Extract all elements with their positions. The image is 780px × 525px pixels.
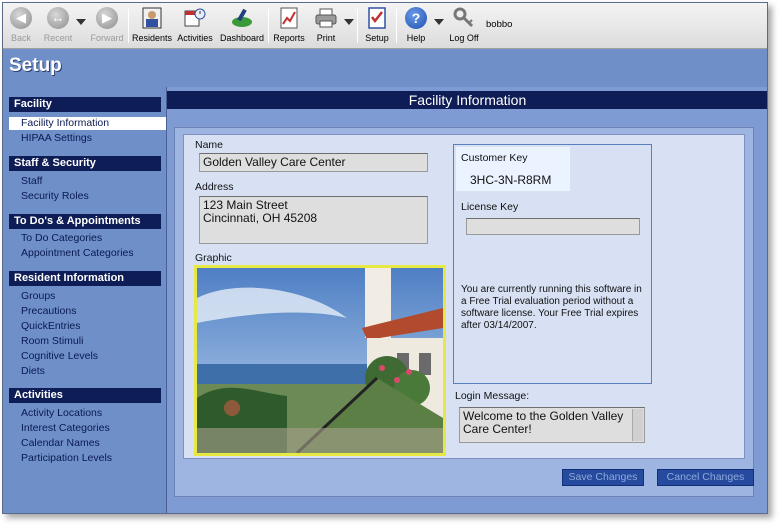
login-message-text: Welcome to the Golden Valley Care Center… — [463, 409, 624, 436]
toolbar-separator — [128, 9, 129, 43]
help-question-icon: ? — [405, 7, 427, 29]
calendar-clock-icon — [184, 8, 206, 27]
toolbar-separator — [357, 9, 358, 43]
save-changes-button[interactable]: Save Changes — [562, 469, 644, 486]
name-label: Name — [195, 139, 224, 151]
reports-chart-icon — [280, 7, 298, 29]
activities-button[interactable]: Activities — [175, 5, 215, 49]
customer-key-label: Customer Key — [461, 152, 528, 164]
app-window: ◀ Back ↔ Recent ▶ Forward Residents Acti… — [2, 2, 768, 514]
back-button[interactable]: ◀ Back — [5, 5, 37, 49]
toolbar-separator — [268, 9, 269, 43]
login-message-scrollbar[interactable] — [632, 409, 643, 441]
facility-form: Name Golden Valley Care Center Address 1… — [183, 134, 745, 459]
main-panel: Facility Information Name Golden Valley … — [166, 87, 767, 513]
address-field[interactable]: 123 Main Street Cincinnati, OH 45208 — [199, 196, 428, 244]
sidebar-item-room-stimuli[interactable]: Room Stimuli — [21, 335, 83, 348]
print-dropdown-icon[interactable] — [344, 19, 354, 25]
panel-title: Facility Information — [167, 91, 767, 109]
sidebar-section-facility: Facility — [9, 97, 161, 112]
dashboard-icon — [232, 8, 252, 27]
logoff-button[interactable]: Log Off — [447, 5, 481, 49]
sidebar-item-appointment-categories[interactable]: Appointment Categories — [21, 247, 134, 260]
sidebar-section-staff-security: Staff & Security — [9, 156, 161, 171]
residents-icon — [142, 7, 162, 29]
facility-graphic[interactable] — [194, 265, 446, 456]
sidebar-item-cognitive-levels[interactable]: Cognitive Levels — [21, 350, 98, 363]
cancel-changes-button[interactable]: Cancel Changes — [657, 469, 754, 486]
sidebar-item-participation-levels[interactable]: Participation Levels — [21, 452, 112, 465]
forward-button[interactable]: ▶ Forward — [89, 5, 125, 49]
license-key-label: License Key — [461, 201, 519, 213]
sidebar-item-groups[interactable]: Groups — [21, 290, 55, 303]
sidebar-item-todo-categories[interactable]: To Do Categories — [21, 232, 102, 245]
forward-arrow-icon: ▶ — [96, 7, 118, 29]
sidebar-item-facility-information[interactable]: Facility Information — [21, 117, 109, 130]
recent-icon: ↔ — [47, 7, 69, 29]
page-title: Setup — [9, 55, 62, 76]
reports-button[interactable]: Reports — [272, 5, 306, 49]
license-panel: Customer Key 3HC-3N-R8RM License Key You… — [453, 144, 652, 384]
sidebar-item-diets[interactable]: Diets — [21, 365, 45, 378]
sidebar-item-precautions[interactable]: Precautions — [21, 305, 76, 318]
sidebar-item-interest-categories[interactable]: Interest Categories — [21, 422, 110, 435]
sidebar-item-hipaa-settings[interactable]: HIPAA Settings — [21, 132, 92, 145]
help-button[interactable]: ? Help — [400, 5, 432, 49]
toolbar: ◀ Back ↔ Recent ▶ Forward Residents Acti… — [3, 3, 767, 49]
setup-checklist-icon — [368, 7, 386, 29]
address-line-2: Cincinnati, OH 45208 — [203, 211, 318, 225]
sidebar-item-calendar-names[interactable]: Calendar Names — [21, 437, 100, 450]
key-icon — [453, 7, 474, 28]
sidebar-section-activities: Activities — [9, 388, 161, 403]
login-message-field[interactable]: Welcome to the Golden Valley Care Center… — [459, 407, 645, 443]
username-label: bobbo — [486, 19, 513, 30]
back-arrow-icon: ◀ — [10, 7, 32, 29]
graphic-label: Graphic — [195, 252, 232, 264]
sidebar-section-resident-information: Resident Information — [9, 271, 161, 286]
print-button[interactable]: Print — [309, 5, 343, 49]
facility-photo-image — [197, 268, 443, 453]
toolbar-separator — [396, 9, 397, 43]
recent-button[interactable]: ↔ Recent — [39, 5, 77, 49]
sidebar-item-security-roles[interactable]: Security Roles — [21, 190, 89, 203]
sidebar-item-activity-locations[interactable]: Activity Locations — [21, 407, 102, 420]
setup-button[interactable]: Setup — [361, 5, 393, 49]
residents-button[interactable]: Residents — [132, 5, 172, 49]
dashboard-button[interactable]: Dashboard — [219, 5, 265, 49]
name-field[interactable]: Golden Valley Care Center — [199, 153, 428, 172]
address-label: Address — [195, 181, 234, 193]
sidebar-item-quickentries[interactable]: QuickEntries — [21, 320, 81, 333]
content-area: Name Golden Valley Care Center Address 1… — [174, 127, 754, 497]
printer-icon — [315, 8, 337, 28]
help-dropdown-icon[interactable] — [434, 19, 444, 25]
trial-message: You are currently running this software … — [461, 284, 642, 331]
login-message-label: Login Message: — [455, 390, 530, 402]
recent-dropdown-icon[interactable] — [76, 19, 86, 25]
sidebar-item-staff[interactable]: Staff — [21, 175, 42, 188]
sidebar-section-todos-appointments: To Do's & Appointments — [9, 214, 161, 229]
license-key-field[interactable] — [466, 218, 640, 235]
customer-key-value: 3HC-3N-R8RM — [470, 173, 552, 187]
